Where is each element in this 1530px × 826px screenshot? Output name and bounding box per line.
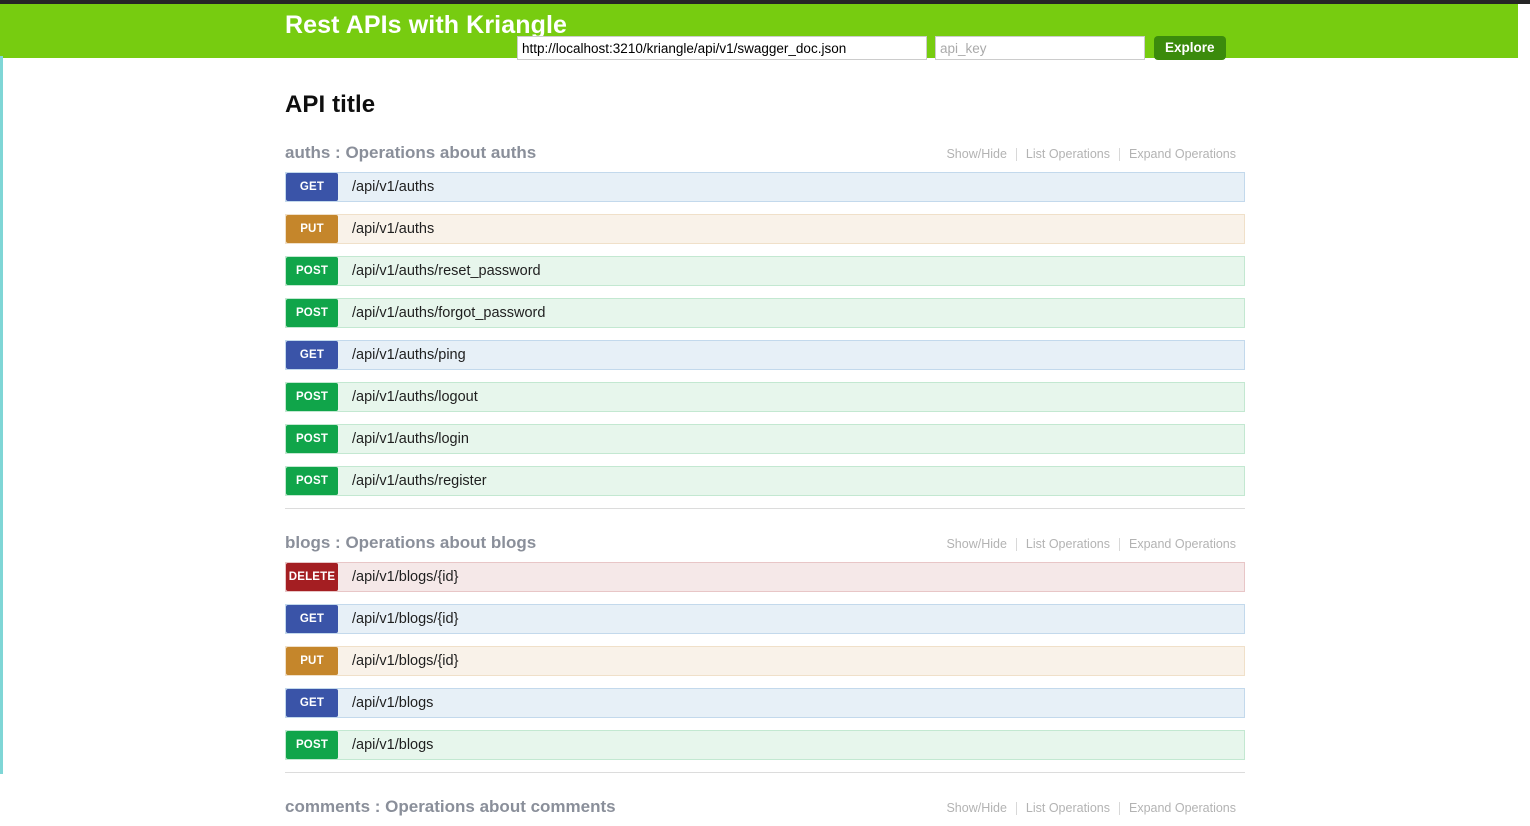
swagger-explore-form: Explore xyxy=(517,36,1226,60)
http-method-badge: POST xyxy=(286,467,338,495)
operation-path: /api/v1/auths/ping xyxy=(338,341,1244,369)
http-method-badge: POST xyxy=(286,383,338,411)
operation-path: /api/v1/auths/reset_password xyxy=(338,257,1244,285)
operation-list: GET/api/v1/authsPUT/api/v1/authsPOST/api… xyxy=(285,172,1245,496)
expand-operations-link[interactable]: Expand Operations xyxy=(1120,801,1245,815)
http-method-badge: POST xyxy=(286,731,338,759)
show-hide-link[interactable]: Show/Hide xyxy=(937,801,1015,815)
expand-operations-link[interactable]: Expand Operations xyxy=(1120,147,1245,161)
operation-path: /api/v1/blogs xyxy=(338,731,1244,759)
resource-list: auths : Operations about authsShow/HideL… xyxy=(285,119,1245,826)
operation-row[interactable]: PUT/api/v1/auths xyxy=(285,214,1245,244)
operation-path: /api/v1/blogs/{id} xyxy=(338,605,1244,633)
list-operations-link[interactable]: List Operations xyxy=(1017,801,1119,815)
list-operations-link[interactable]: List Operations xyxy=(1017,537,1119,551)
resource-group: comments : Operations about comments Show… xyxy=(285,773,1245,826)
resource-group: blogs : Operations about blogs Show/HideL… xyxy=(285,509,1245,773)
http-method-badge: GET xyxy=(286,689,338,717)
main-content: API title auths : Operations about auths… xyxy=(0,58,1518,826)
resource-header: comments : Operations about comments Show… xyxy=(285,773,1245,826)
resource-header: blogs : Operations about blogs Show/HideL… xyxy=(285,509,1245,562)
http-method-badge: DELETE xyxy=(286,563,338,591)
http-method-badge: POST xyxy=(286,299,338,327)
show-hide-link[interactable]: Show/Hide xyxy=(937,147,1015,161)
operation-path: /api/v1/auths/forgot_password xyxy=(338,299,1244,327)
explore-button[interactable]: Explore xyxy=(1154,36,1226,60)
http-method-badge: PUT xyxy=(286,215,338,243)
operation-path: /api/v1/blogs xyxy=(338,689,1244,717)
resource-options: Show/HideList OperationsExpand Operation… xyxy=(937,147,1245,161)
operation-row[interactable]: POST/api/v1/auths/logout xyxy=(285,382,1245,412)
operation-row[interactable]: POST/api/v1/auths/forgot_password xyxy=(285,298,1245,328)
operation-row[interactable]: POST/api/v1/blogs xyxy=(285,730,1245,760)
resource-options: Show/HideList OperationsExpand Operation… xyxy=(937,801,1245,815)
http-method-badge: POST xyxy=(286,257,338,285)
page-title: API title xyxy=(285,58,1245,119)
http-method-badge: POST xyxy=(286,425,338,453)
swagger-url-input[interactable] xyxy=(517,36,927,60)
top-dark-strip xyxy=(0,0,1530,4)
operation-path: /api/v1/blogs/{id} xyxy=(338,647,1244,675)
http-method-badge: GET xyxy=(286,173,338,201)
resource-group: auths : Operations about auths Show/HideL… xyxy=(285,119,1245,509)
resource-options: Show/HideList OperationsExpand Operation… xyxy=(937,537,1245,551)
operation-row[interactable]: GET/api/v1/auths xyxy=(285,172,1245,202)
resource-title[interactable]: blogs : Operations about blogs xyxy=(285,533,536,553)
list-operations-link[interactable]: List Operations xyxy=(1017,147,1119,161)
expand-operations-link[interactable]: Expand Operations xyxy=(1120,537,1245,551)
page-left-edge-strip xyxy=(0,56,3,774)
api-key-input[interactable] xyxy=(935,36,1145,60)
operation-list: DELETE/api/v1/blogs/{id}GET/api/v1/blogs… xyxy=(285,562,1245,760)
operation-row[interactable]: GET/api/v1/blogs xyxy=(285,688,1245,718)
resource-title[interactable]: auths : Operations about auths xyxy=(285,143,536,163)
operation-path: /api/v1/auths xyxy=(338,173,1244,201)
operation-path: /api/v1/auths xyxy=(338,215,1244,243)
operation-path: /api/v1/auths/logout xyxy=(338,383,1244,411)
http-method-badge: PUT xyxy=(286,647,338,675)
show-hide-link[interactable]: Show/Hide xyxy=(937,537,1015,551)
operation-path: /api/v1/auths/register xyxy=(338,467,1244,495)
operation-row[interactable]: POST/api/v1/auths/reset_password xyxy=(285,256,1245,286)
operation-path: /api/v1/blogs/{id} xyxy=(338,563,1244,591)
operation-row[interactable]: POST/api/v1/auths/login xyxy=(285,424,1245,454)
operation-row[interactable]: POST/api/v1/auths/register xyxy=(285,466,1245,496)
operation-row[interactable]: DELETE/api/v1/blogs/{id} xyxy=(285,562,1245,592)
resource-title[interactable]: comments : Operations about comments xyxy=(285,797,616,817)
resource-header: auths : Operations about auths Show/HideL… xyxy=(285,119,1245,172)
operation-row[interactable]: GET/api/v1/auths/ping xyxy=(285,340,1245,370)
http-method-badge: GET xyxy=(286,341,338,369)
operation-row[interactable]: PUT/api/v1/blogs/{id} xyxy=(285,646,1245,676)
http-method-badge: GET xyxy=(286,605,338,633)
operation-row[interactable]: GET/api/v1/blogs/{id} xyxy=(285,604,1245,634)
operation-path: /api/v1/auths/login xyxy=(338,425,1244,453)
